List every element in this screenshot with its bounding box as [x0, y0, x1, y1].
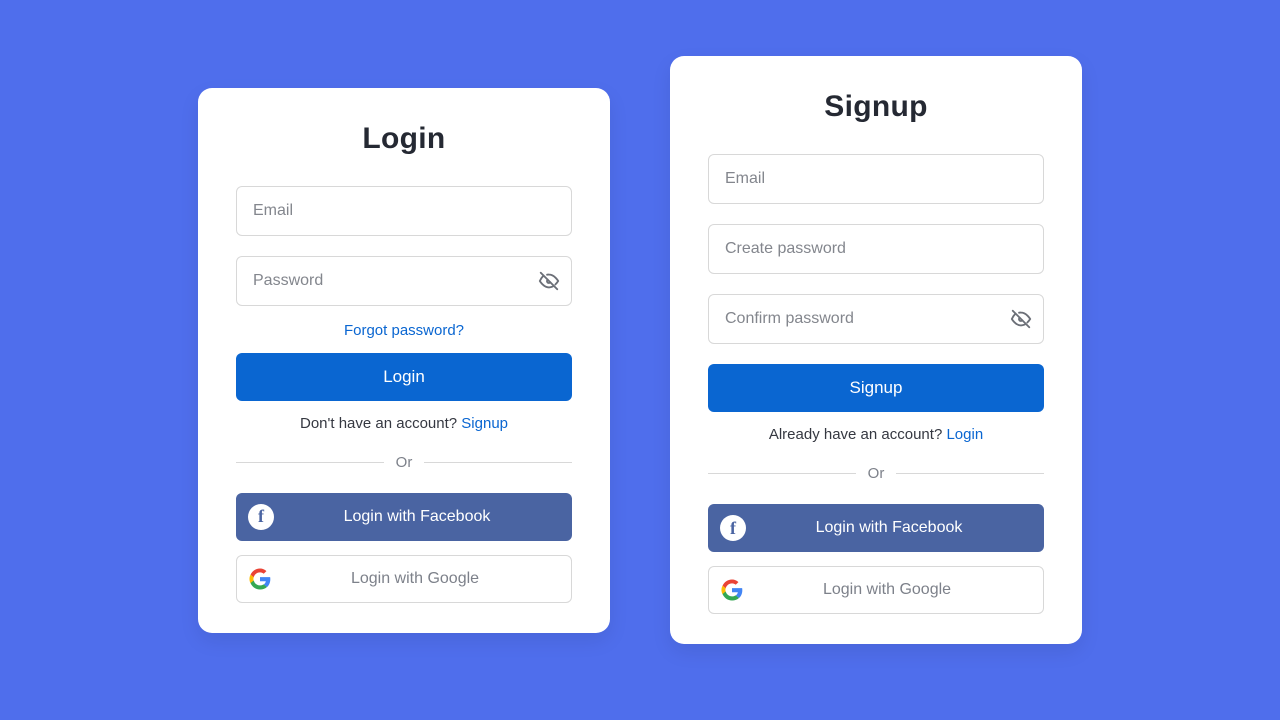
google-icon	[721, 579, 743, 601]
confirm-password-field-wrapper	[708, 294, 1044, 344]
facebook-icon: f	[720, 515, 746, 541]
divider-line	[424, 462, 572, 463]
login-facebook-button[interactable]: f Login with Facebook	[236, 493, 572, 541]
facebook-button-label: Login with Facebook	[746, 519, 1032, 537]
login-title: Login	[236, 122, 572, 156]
signup-email-field-wrapper	[708, 154, 1044, 204]
google-button-label: Login with Google	[271, 570, 559, 588]
signup-prompt-text: Don't have an account?	[300, 415, 461, 432]
signup-email-field[interactable]	[708, 154, 1044, 204]
google-icon	[249, 568, 271, 590]
create-password-field-wrapper	[708, 224, 1044, 274]
signup-google-button[interactable]: Login with Google	[708, 566, 1044, 614]
email-field[interactable]	[236, 186, 572, 236]
divider-line	[708, 473, 856, 474]
signup-prompt: Don't have an account? Signup	[236, 415, 572, 432]
create-password-field[interactable]	[708, 224, 1044, 274]
confirm-password-field[interactable]	[708, 294, 1044, 344]
google-button-label: Login with Google	[743, 581, 1031, 599]
facebook-button-label: Login with Facebook	[274, 508, 560, 526]
divider: Or	[708, 465, 1044, 482]
email-field-wrapper	[236, 186, 572, 236]
eye-off-icon[interactable]	[538, 270, 560, 292]
facebook-icon: f	[248, 504, 274, 530]
divider-label: Or	[396, 454, 413, 471]
login-google-button[interactable]: Login with Google	[236, 555, 572, 603]
login-link[interactable]: Login	[946, 426, 983, 443]
signup-card: Signup Signup Already have an account? L…	[670, 56, 1082, 644]
divider-line	[896, 473, 1044, 474]
forgot-password-link[interactable]: Forgot password?	[236, 322, 572, 339]
login-prompt: Already have an account? Login	[708, 426, 1044, 443]
login-card: Login Forgot password? Login Don't have …	[198, 88, 610, 633]
divider: Or	[236, 454, 572, 471]
divider-line	[236, 462, 384, 463]
signup-button[interactable]: Signup	[708, 364, 1044, 412]
signup-link[interactable]: Signup	[461, 415, 508, 432]
divider-label: Or	[868, 465, 885, 482]
login-prompt-text: Already have an account?	[769, 426, 947, 443]
password-field-wrapper	[236, 256, 572, 306]
login-button[interactable]: Login	[236, 353, 572, 401]
password-field[interactable]	[236, 256, 572, 306]
signup-facebook-button[interactable]: f Login with Facebook	[708, 504, 1044, 552]
eye-off-icon[interactable]	[1010, 308, 1032, 330]
signup-title: Signup	[708, 90, 1044, 124]
